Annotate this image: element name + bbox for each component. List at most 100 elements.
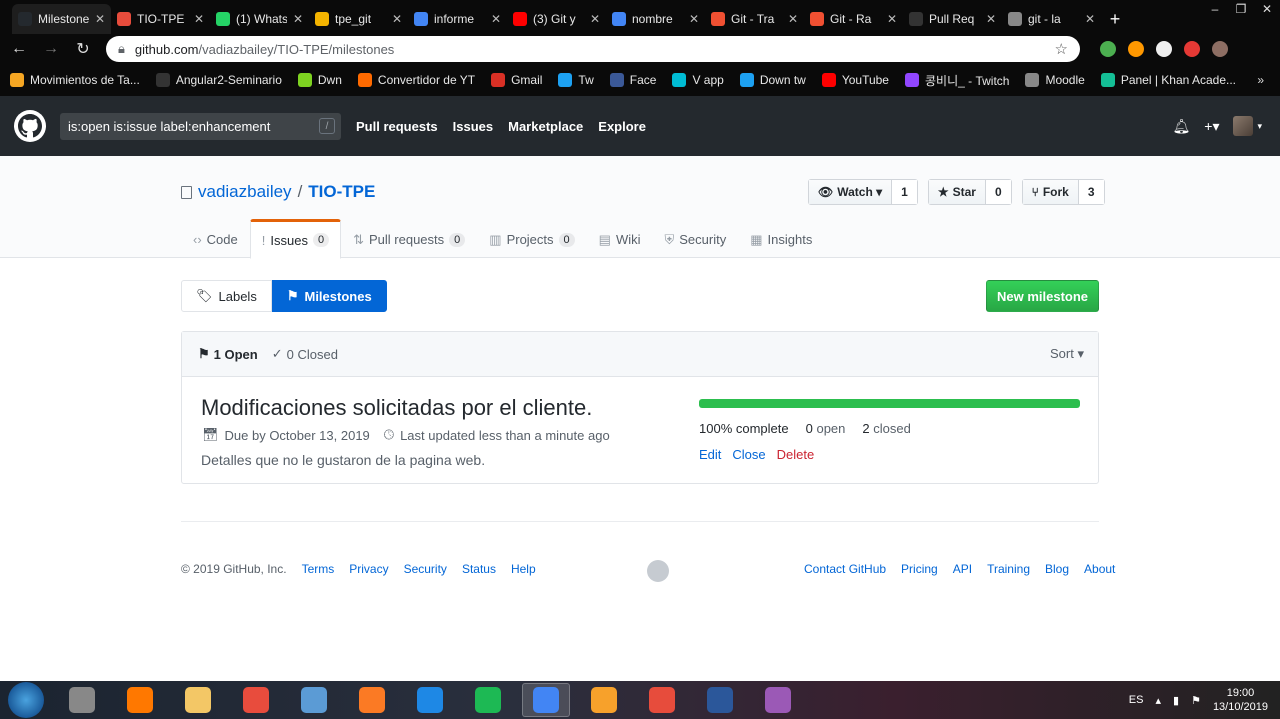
vscode-app[interactable] — [406, 683, 454, 717]
bookmark-item[interactable]: Dwn — [297, 73, 342, 87]
back-arrow-icon[interactable]: ← — [10, 40, 28, 58]
nav-explore[interactable]: Explore — [598, 119, 646, 134]
settings-app[interactable] — [580, 683, 628, 717]
new-tab-button[interactable]: + — [1101, 4, 1129, 34]
new-milestone-button[interactable]: New milestone — [986, 280, 1099, 312]
bookmark-item[interactable]: 콩비니_ - Twitch — [904, 72, 1009, 89]
sort-dropdown[interactable]: Sort ▾ — [1050, 346, 1084, 362]
star-count[interactable]: 0 — [985, 180, 1011, 204]
github-logo-icon[interactable] — [14, 110, 46, 142]
footer-link[interactable]: Contact GitHub — [804, 562, 886, 576]
close-window-button[interactable]: ✕ — [1254, 0, 1280, 18]
browser-tab[interactable]: git - la ✕ — [1002, 4, 1101, 34]
close-tab-icon[interactable]: ✕ — [590, 12, 600, 26]
close-tab-icon[interactable]: ✕ — [788, 12, 798, 26]
profile-avatar[interactable] — [1212, 41, 1228, 57]
clock[interactable]: 19:00 13/10/2019 — [1213, 686, 1268, 714]
tab-insights[interactable]: ▦ Insights — [738, 219, 824, 258]
avatar[interactable] — [1233, 116, 1254, 136]
chevron-down-icon[interactable]: ▾ — [1257, 121, 1262, 132]
milestone-open-link[interactable]: 0 open — [806, 421, 846, 436]
file-explorer-app[interactable] — [174, 683, 222, 717]
browser-tab[interactable]: tpe_git ✕ — [309, 4, 408, 34]
watch-count[interactable]: 1 — [892, 180, 917, 204]
footer-link[interactable]: Status — [462, 562, 496, 576]
tab-code[interactable]: ‹› Code — [181, 219, 250, 258]
notepadpp-app[interactable] — [290, 683, 338, 717]
flag-icon[interactable]: ⚑ — [1191, 694, 1201, 707]
footer-link[interactable]: API — [953, 562, 972, 576]
delete-milestone-link[interactable]: Delete — [777, 447, 815, 462]
milestones-link[interactable]: ⚑ Milestones — [271, 280, 387, 312]
footer-link[interactable]: Privacy — [349, 562, 388, 576]
bookmark-item[interactable]: Panel | Khan Acade... — [1100, 73, 1236, 87]
tray-expand-icon[interactable]: ▴ — [1155, 694, 1161, 707]
bookmark-item[interactable]: V app — [672, 73, 724, 87]
bookmark-star-icon[interactable]: ☆ — [1055, 40, 1068, 58]
browser-tab[interactable]: informe ✕ — [408, 4, 507, 34]
nav-pull-requests[interactable]: Pull requests — [356, 119, 438, 134]
close-tab-icon[interactable]: ✕ — [95, 12, 105, 26]
bookmark-item[interactable]: Tw — [558, 73, 594, 87]
ccleaner-app[interactable] — [58, 683, 106, 717]
open-filter[interactable]: ⚑ 1 Open — [198, 346, 258, 362]
close-tab-icon[interactable]: ✕ — [392, 12, 402, 26]
extension-opera-icon[interactable] — [1184, 41, 1200, 57]
xampp-app[interactable] — [348, 683, 396, 717]
browser-tab[interactable]: TIO-TPE ✕ — [111, 4, 210, 34]
bookmark-item[interactable]: YouTube — [821, 73, 889, 87]
bookmark-item[interactable]: Gmail — [491, 73, 542, 87]
bookmark-item[interactable]: Face — [609, 73, 656, 87]
close-tab-icon[interactable]: ✕ — [887, 12, 897, 26]
chrome-app[interactable] — [522, 683, 570, 717]
extension-key-icon[interactable] — [1128, 41, 1144, 57]
browser-tab[interactable]: Pull Req ✕ — [903, 4, 1002, 34]
url-input[interactable]: 🔒︎ github.com/vadiazbailey/TIO-TPE/miles… — [106, 36, 1080, 62]
footer-link[interactable]: About — [1084, 562, 1115, 576]
footer-link[interactable]: Terms — [302, 562, 335, 576]
github-footer-logo-icon[interactable] — [647, 560, 669, 582]
tab-pull-requests[interactable]: ⇅ Pull requests 0 — [341, 219, 477, 258]
browser-tab[interactable]: (3) Git y ✕ — [507, 4, 606, 34]
create-new-button[interactable]: +▾ — [1204, 118, 1219, 135]
browser-tab[interactable]: (1) WhatsApp ✕ — [210, 4, 309, 34]
browser-tab[interactable]: nombre ✕ — [606, 4, 705, 34]
footer-link[interactable]: Help — [511, 562, 536, 576]
close-tab-icon[interactable]: ✕ — [1085, 12, 1095, 26]
bookmark-item[interactable]: Down tw — [739, 73, 806, 87]
watch-button[interactable]: 👁︎ Watch ▾ — [809, 180, 893, 204]
tab-issues[interactable]: ! Issues 0 — [249, 219, 342, 259]
bookmark-item[interactable]: Moodle — [1025, 73, 1085, 87]
extension-shield-icon[interactable] — [1100, 41, 1116, 57]
close-milestone-link[interactable]: Close — [732, 447, 765, 462]
restore-button[interactable]: ❐ — [1228, 0, 1254, 18]
start-button[interactable] — [8, 682, 44, 718]
tab-security[interactable]: ⛨ Security — [653, 219, 739, 258]
footer-link[interactable]: Training — [987, 562, 1030, 576]
tab-wiki[interactable]: ▤ Wiki — [587, 219, 653, 258]
browser-tab[interactable]: Git - Ra ✕ — [804, 4, 903, 34]
forward-arrow-icon[interactable]: → — [42, 40, 60, 58]
battery-icon[interactable]: ▮ — [1173, 694, 1179, 707]
closed-filter[interactable]: ✓ 0 Closed — [272, 346, 338, 362]
close-tab-icon[interactable]: ✕ — [194, 12, 204, 26]
edit-milestone-link[interactable]: Edit — [699, 447, 721, 462]
repo-owner-link[interactable]: vadiazbailey — [198, 182, 292, 202]
footer-link[interactable]: Security — [404, 562, 447, 576]
fork-count[interactable]: 3 — [1078, 180, 1104, 204]
avast-app[interactable] — [116, 683, 164, 717]
github-search-input[interactable]: is:open is:issue label:enhancement / — [60, 112, 341, 140]
star-button[interactable]: ★ Star — [928, 180, 986, 204]
nav-marketplace[interactable]: Marketplace — [508, 119, 583, 134]
tab-projects[interactable]: ▥ Projects 0 — [477, 219, 586, 258]
browser-tab[interactable]: Milestones ✕ — [12, 4, 111, 34]
language-indicator[interactable]: ES — [1129, 694, 1144, 706]
labels-link[interactable]: 🏷︎ Labels — [181, 280, 272, 312]
nav-issues[interactable]: Issues — [453, 119, 493, 134]
fork-button[interactable]: ⑂ Fork — [1022, 180, 1079, 204]
repo-name-link[interactable]: TIO-TPE — [308, 182, 375, 202]
more-bookmarks-button[interactable]: » — [1257, 73, 1264, 87]
gitkraken-app[interactable] — [754, 683, 802, 717]
footer-link[interactable]: Blog — [1045, 562, 1069, 576]
footer-link[interactable]: Pricing — [901, 562, 938, 576]
